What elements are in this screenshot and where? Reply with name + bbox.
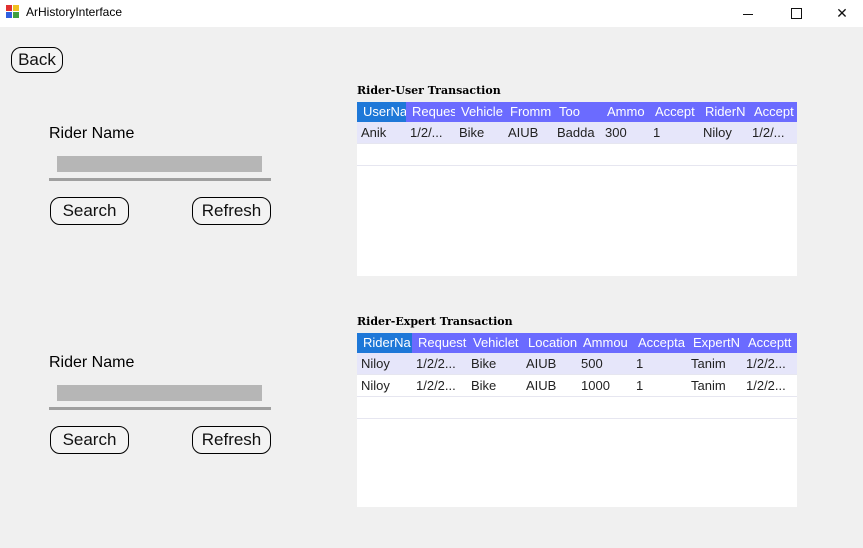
column-header[interactable]: ExpertN [687, 333, 742, 353]
table-cell[interactable]: 300 [601, 122, 649, 143]
table-cell[interactable]: 1/2/2... [412, 375, 467, 396]
grid-header: RiderNa Request Vehiclet Location Ammou Accep… [357, 333, 797, 353]
table-cell[interactable]: Tanim [687, 375, 742, 396]
table-cell[interactable]: Bike [455, 122, 504, 143]
column-header[interactable]: Accepta [632, 333, 687, 353]
user-grid-title: Rider-User Transaction [357, 84, 501, 97]
table-cell[interactable]: Bike [467, 375, 522, 396]
minimize-icon [743, 14, 753, 15]
column-header[interactable]: Accept [748, 102, 797, 122]
expert-grid-title: Rider-Expert Transaction [357, 315, 513, 328]
refresh-button-user[interactable]: Refresh [192, 197, 271, 225]
table-cell[interactable]: 1000 [577, 375, 632, 396]
table-cell[interactable]: AIUB [504, 122, 553, 143]
search-button-user[interactable]: Search [50, 197, 129, 225]
expert-transaction-grid[interactable]: RiderNa Request Vehiclet Location Ammou Accep… [357, 333, 797, 507]
input-underline [49, 178, 271, 181]
table-row[interactable]: Anik 1/2/... Bike AIUB Badda 300 1 Niloy 1/2/... [357, 122, 797, 144]
maximize-icon [790, 8, 802, 19]
table-row[interactable] [357, 144, 797, 166]
table-cell[interactable]: 1 [649, 122, 699, 143]
refresh-button-expert[interactable]: Refresh [192, 426, 271, 454]
window-title: ArHistoryInterface [26, 5, 123, 19]
table-cell[interactable]: 1/2/2... [742, 375, 797, 396]
table-cell[interactable]: Badda [553, 122, 601, 143]
column-header[interactable]: Ammou [577, 333, 632, 353]
column-header[interactable]: Vehiclet [467, 333, 522, 353]
close-button[interactable]: ✕ [819, 0, 863, 27]
grid-header: UserNa Reques Vehicle Fromm Too Ammo Accept Rid… [357, 102, 797, 122]
column-header[interactable]: Acceptt [742, 333, 797, 353]
column-header[interactable]: Reques [406, 102, 455, 122]
input-underline [49, 407, 271, 410]
table-row[interactable]: Niloy 1/2/2... Bike AIUB 1000 1 Tanim 1/2/2... [357, 375, 797, 397]
maximize-button[interactable] [773, 0, 819, 27]
table-cell[interactable]: 1/2/... [406, 122, 455, 143]
column-header[interactable]: Request [412, 333, 467, 353]
table-cell[interactable]: Bike [467, 353, 522, 374]
table-cell[interactable]: Niloy [357, 375, 412, 396]
table-cell[interactable]: 1/2/2... [412, 353, 467, 374]
rider-name-label-user: Rider Name [49, 125, 135, 142]
rider-name-input-expert[interactable] [57, 385, 262, 401]
rider-name-label-expert: Rider Name [49, 354, 135, 371]
column-header[interactable]: Ammo [601, 102, 649, 122]
column-header[interactable]: Location [522, 333, 577, 353]
column-header[interactable]: Accept [649, 102, 699, 122]
close-icon: ✕ [836, 5, 848, 22]
column-header[interactable]: UserNa [357, 102, 406, 122]
table-cell[interactable]: Anik [357, 122, 406, 143]
column-header[interactable]: RiderNa [357, 333, 412, 353]
search-button-expert[interactable]: Search [50, 426, 129, 454]
table-cell[interactable]: AIUB [522, 353, 577, 374]
table-row[interactable] [357, 397, 797, 419]
table-cell[interactable]: 1 [632, 375, 687, 396]
table-cell[interactable]: 500 [577, 353, 632, 374]
table-cell[interactable]: Niloy [357, 353, 412, 374]
table-cell[interactable]: 1/2/2... [742, 353, 797, 374]
column-header[interactable]: Fromm [504, 102, 553, 122]
table-cell[interactable]: AIUB [522, 375, 577, 396]
table-cell[interactable]: 1/2/... [748, 122, 797, 143]
column-header[interactable]: RiderN [699, 102, 748, 122]
rider-name-input-user[interactable] [57, 156, 262, 172]
minimize-button[interactable] [725, 0, 771, 27]
column-header[interactable]: Vehicle [455, 102, 504, 122]
app-icon [6, 5, 20, 19]
table-cell[interactable]: Niloy [699, 122, 748, 143]
table-cell[interactable]: Tanim [687, 353, 742, 374]
table-cell[interactable]: 1 [632, 353, 687, 374]
title-bar: ArHistoryInterface ✕ [0, 0, 863, 27]
user-transaction-grid[interactable]: UserNa Reques Vehicle Fromm Too Ammo Accept Rid… [357, 102, 797, 276]
back-button[interactable]: Back [11, 47, 63, 73]
table-row[interactable]: Niloy 1/2/2... Bike AIUB 500 1 Tanim 1/2/2... [357, 353, 797, 375]
column-header[interactable]: Too [553, 102, 601, 122]
